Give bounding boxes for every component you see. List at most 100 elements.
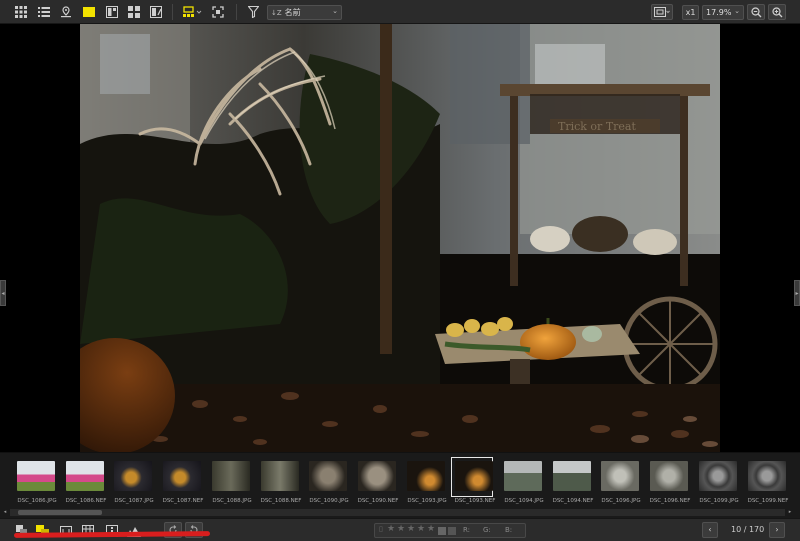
filmstrip-thumbnail[interactable]: DSC_1088.NEF [259,457,303,505]
rating-star-4[interactable]: ★ [417,524,425,534]
grid-view-icon[interactable] [13,3,29,21]
zoom-in-button[interactable] [768,4,786,20]
right-panel-toggle[interactable]: ▸ [794,280,800,306]
thumbnail-image [309,461,347,491]
thumbnail-image [163,461,201,491]
grid-overlay-icon[interactable] [80,522,96,540]
thumbnail-filename: DSC_1096.JPG [601,498,641,504]
thumbnail-image [114,461,152,491]
filmstrip-thumbnail[interactable]: DSC_1087.NEF [161,457,205,505]
filmstrip-scrollbar[interactable]: ◂ ▸ [4,509,791,516]
filter-icon[interactable] [245,3,261,21]
thumbnail-image [601,461,639,491]
filmstrip-thumbnail[interactable]: DSC_1087.JPG [112,457,156,505]
filmstrip: DSC_1086.JPG DSC_1086.NEF DSC_1087.JPG DSC_… [0,452,800,518]
thumbnail-image [553,461,591,491]
chevron-down-icon: ⌄ [332,7,338,15]
zoom-out-button[interactable] [747,4,765,20]
thumbnail-filename: DSC_1094.NEF [552,498,594,504]
filmstrip-thumbnail[interactable]: DSC_1099.JPG [697,457,741,505]
sort-order-select[interactable]: ↓Z 名前 ⌄ [267,5,342,20]
top-toolbar: ↓Z 名前 ⌄ x1 17.9% ⌄ [0,0,800,24]
filmstrip-thumbnail[interactable]: DSC_1094.JPG [502,457,546,505]
thumbnail-image [261,461,299,491]
map-pin-icon[interactable] [58,3,74,21]
display-mode-icon[interactable] [181,3,203,21]
rating-star-5[interactable]: ★ [427,524,435,534]
thumbnail-image [455,461,493,491]
thumbnail-filename: DSC_1087.NEF [162,498,204,504]
thumbnail-image [66,461,104,491]
filmstrip-thumbnail[interactable]: DSC_1086.NEF [64,457,108,505]
label-color-icon[interactable] [438,527,446,535]
thumbnail-filename: DSC_1096.NEF [649,498,691,504]
filmstrip-thumbnail[interactable]: DSC_1086.JPG [15,457,59,505]
rgb-g-label: G: [483,526,491,534]
thumbnail-filename: DSC_1088.JPG [212,498,252,504]
label-number-icon[interactable] [448,527,456,535]
scrollbar-thumb[interactable] [18,510,102,515]
thumbnail-filename: DSC_1087.JPG [114,498,154,504]
thumbnail-filename: DSC_1086.NEF [65,498,107,504]
filmstrip-thumbnail[interactable]: DSC_1093.NEF [451,457,497,505]
filmstrip-thumbnail[interactable]: DSC_1088.JPG [210,457,254,505]
sort-az-icon: ↓Z [271,8,282,17]
filmstrip-thumbnail[interactable]: DSC_1090.NEF [356,457,400,505]
chevron-left-icon: ‹ [708,525,712,534]
thumbnail-image [407,461,445,491]
chevron-right-icon: ▸ [795,289,799,297]
thumbnail-filename: DSC_1099.JPG [699,498,739,504]
fit-to-screen-button[interactable] [651,4,673,20]
list-view-icon[interactable] [36,3,52,21]
full-screen-icon[interactable] [210,3,226,21]
thumbnail-filename: DSC_1090.JPG [309,498,349,504]
rating-star-1[interactable]: ★ [387,524,395,534]
scroll-left-icon[interactable]: ◂ [1,509,9,516]
previous-image-button[interactable]: ‹ [702,522,718,538]
filmstrip-thumbnail[interactable]: DSC_1099.NEF [746,457,790,505]
thumbnail-filename: DSC_1090.NEF [357,498,399,504]
thumbnail-image [504,461,542,491]
zoom-in-icon [771,6,782,17]
svg-text:Trick or Treat: Trick or Treat [558,120,636,133]
thumbnail-filename: DSC_1099.NEF [747,498,789,504]
filmstrip-thumbnail[interactable]: DSC_1094.NEF [551,457,595,505]
thumbnail-image [358,461,396,491]
zoom-level-value: 17.9% [706,8,732,17]
reject-icon[interactable]: ▯ [379,525,383,533]
thumbnail-filename: DSC_1088.NEF [260,498,302,504]
thumbnail-image [650,461,688,491]
filmstrip-thumbnail[interactable]: DSC_1090.JPG [307,457,351,505]
thumbnail-image [748,461,786,491]
zoom-out-icon [750,6,761,17]
rgb-r-label: R: [463,526,471,534]
filmstrip-thumbnail[interactable]: DSC_1093.JPG [405,457,449,505]
next-image-button[interactable]: › [769,522,785,538]
bottom-toolbar: ▯ ★ ★ ★ ★ ★ R: G: B: ‹ 10 / 170 › [0,518,800,541]
rating-star-2[interactable]: ★ [397,524,405,534]
compare-view-icon[interactable] [104,3,120,21]
filmstrip-thumbnail[interactable]: DSC_1096.NEF [648,457,692,505]
thumbnail-filename: DSC_1093.NEF [454,498,496,504]
image-counter: 10 / 170 [731,525,765,534]
filmstrip-thumbnail[interactable]: DSC_1096.JPG [599,457,643,505]
thumbnail-filename: DSC_1094.JPG [504,498,544,504]
image-viewer[interactable]: ◂ ▸ Trick or Treat [0,24,800,452]
chevron-down-icon: ⌄ [734,7,740,15]
rgb-b-label: B: [505,526,513,534]
thumbnail-image [699,461,737,491]
actual-size-button[interactable]: x1 [682,5,699,20]
single-image-view-icon[interactable] [81,3,97,21]
fit-screen-icon [654,7,670,17]
thumbnail-filename: DSC_1093.JPG [407,498,447,504]
edit-view-icon[interactable] [148,3,164,21]
left-panel-toggle[interactable]: ◂ [0,280,6,306]
chevron-left-icon: ◂ [1,289,5,297]
thumbnail-image [212,461,250,491]
multi-view-icon[interactable] [126,3,142,21]
chevron-right-icon: › [775,525,779,534]
scroll-right-icon[interactable]: ▸ [786,509,794,516]
toolbar-divider [236,4,237,20]
rating-star-3[interactable]: ★ [407,524,415,534]
zoom-level-select[interactable]: 17.9% ⌄ [702,5,744,20]
